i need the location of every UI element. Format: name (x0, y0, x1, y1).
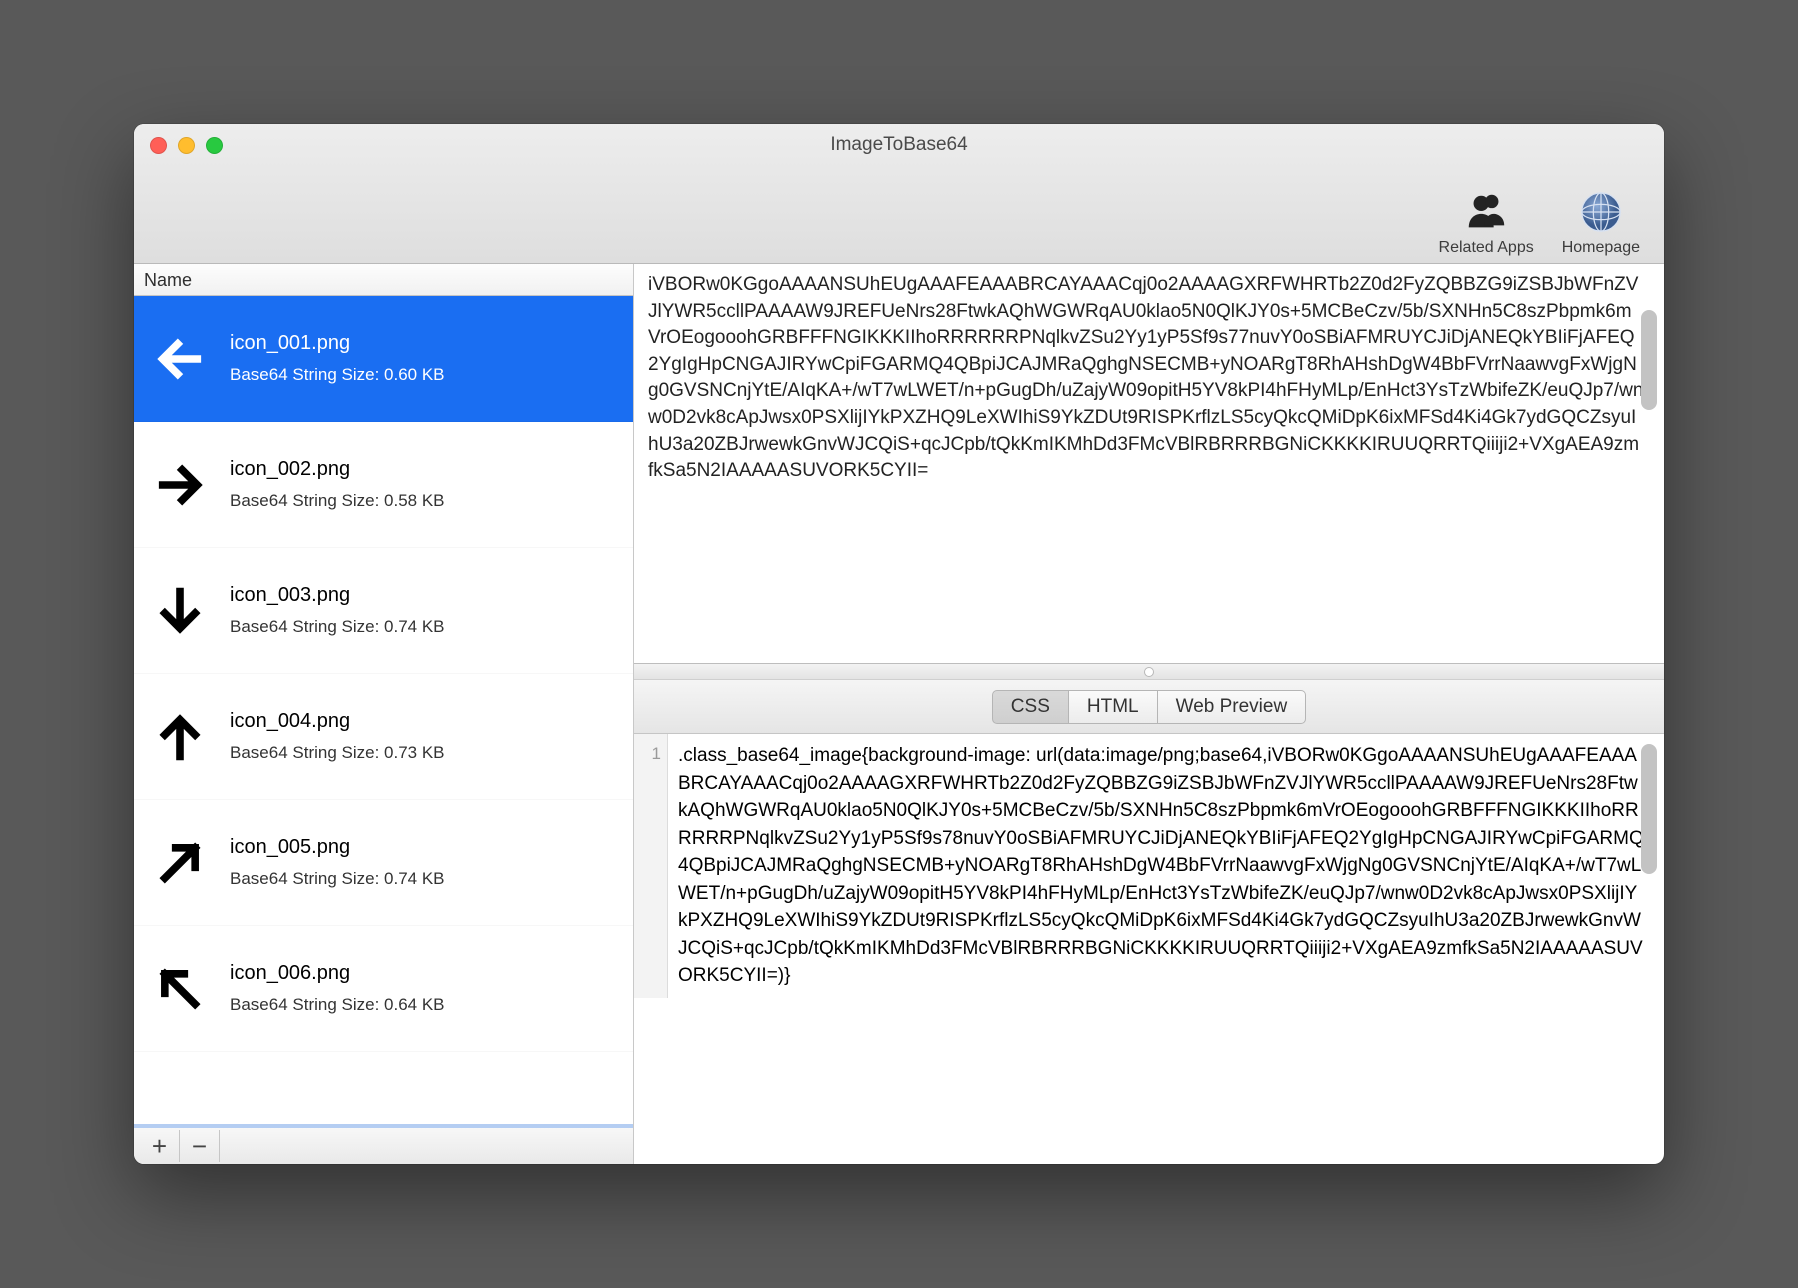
arrow-left-icon (150, 329, 210, 389)
list-item-text: icon_003.png Base64 String Size: 0.74 KB (230, 584, 445, 637)
list-item[interactable]: icon_004.png Base64 String Size: 0.73 KB (134, 674, 633, 800)
remove-button[interactable]: − (180, 1130, 220, 1162)
list-item-text: icon_001.png Base64 String Size: 0.60 KB (230, 332, 445, 385)
arrow-nw-icon (150, 959, 210, 1019)
app-window: ImageToBase64 Related Apps Homepage Name… (134, 124, 1664, 1164)
scrollbar-vertical[interactable] (1638, 738, 1660, 1160)
list-item-title: icon_004.png (230, 710, 445, 733)
sidebar: Name icon_001.png Base64 String Size: 0.6… (134, 264, 634, 1164)
scrollbar-thumb[interactable] (1641, 310, 1657, 410)
list-item-title: icon_005.png (230, 836, 445, 859)
split-handle[interactable] (634, 664, 1664, 680)
base64-output[interactable]: iVBORw0KGgoAAAANSUhEUgAAAFEAAABRCAYAAACq… (634, 264, 1664, 664)
list-item[interactable]: icon_002.png Base64 String Size: 0.58 KB (134, 422, 633, 548)
list-item-subtitle: Base64 String Size: 0.74 KB (230, 617, 445, 637)
base64-text: iVBORw0KGgoAAAANSUhEUgAAAFEAAABRCAYAAACq… (648, 274, 1643, 481)
arrow-up-icon (150, 707, 210, 767)
tab-html[interactable]: HTML (1069, 690, 1158, 724)
list-item-text: icon_006.png Base64 String Size: 0.64 KB (230, 962, 445, 1015)
list-item-title: icon_003.png (230, 584, 445, 607)
homepage-button[interactable]: Homepage (1562, 189, 1640, 257)
scrollbar-thumb[interactable] (1641, 744, 1657, 874)
list-item-text: icon_002.png Base64 String Size: 0.58 KB (230, 458, 445, 511)
list-item[interactable]: icon_001.png Base64 String Size: 0.60 KB (134, 296, 633, 422)
segmented-control: CSS HTML Web Preview (992, 690, 1306, 724)
scrollbar-vertical[interactable] (1638, 268, 1660, 659)
add-button[interactable]: + (140, 1130, 180, 1162)
list-item-text: icon_005.png Base64 String Size: 0.74 KB (230, 836, 445, 889)
list-item-subtitle: Base64 String Size: 0.74 KB (230, 869, 445, 889)
list-item-subtitle: Base64 String Size: 0.60 KB (230, 365, 445, 385)
detail-pane: iVBORw0KGgoAAAANSUhEUgAAAFEAAABRCAYAAACq… (634, 264, 1664, 1164)
people-icon (1463, 189, 1509, 235)
related-apps-label: Related Apps (1439, 239, 1534, 257)
list-item-title: icon_002.png (230, 458, 445, 481)
code-output[interactable]: 1 .class_base64_image{background-image: … (634, 734, 1664, 1164)
list-item[interactable]: icon_006.png Base64 String Size: 0.64 KB (134, 926, 633, 1052)
file-list[interactable]: icon_001.pngBase64 String Size: 0.60 KBi… (134, 296, 633, 1124)
arrow-right-icon (150, 455, 210, 515)
related-apps-button[interactable]: Related Apps (1439, 189, 1534, 257)
arrow-down-icon (150, 581, 210, 641)
code-text: .class_base64_image{background-image: ur… (668, 734, 1664, 998)
list-item-text: icon_004.png Base64 String Size: 0.73 KB (230, 710, 445, 763)
list-item-subtitle: Base64 String Size: 0.73 KB (230, 743, 445, 763)
split-grip-icon (1144, 667, 1154, 677)
tab-css[interactable]: CSS (992, 690, 1069, 724)
list-item-subtitle: Base64 String Size: 0.58 KB (230, 491, 445, 511)
output-tabs: CSS HTML Web Preview (634, 680, 1664, 734)
line-number: 1 (652, 744, 661, 763)
list-item[interactable]: icon_003.png Base64 String Size: 0.74 KB (134, 548, 633, 674)
list-item-title: icon_006.png (230, 962, 445, 985)
homepage-label: Homepage (1562, 239, 1640, 257)
list-footer: + − (134, 1124, 633, 1164)
tab-web-preview[interactable]: Web Preview (1158, 690, 1307, 724)
arrow-ne-icon (150, 833, 210, 893)
list-item-subtitle: Base64 String Size: 0.64 KB (230, 995, 445, 1015)
toolbar: Related Apps Homepage (1439, 189, 1640, 257)
line-gutter: 1 (634, 734, 668, 998)
column-header-name[interactable]: Name (134, 264, 633, 296)
content-area: Name icon_001.png Base64 String Size: 0.6… (134, 264, 1664, 1164)
globe-icon (1578, 189, 1624, 235)
title-bar: ImageToBase64 Related Apps Homepage (134, 124, 1664, 264)
list-item-title: icon_001.png (230, 332, 445, 355)
window-title: ImageToBase64 (134, 134, 1664, 156)
list-item[interactable]: icon_005.png Base64 String Size: 0.74 KB (134, 800, 633, 926)
